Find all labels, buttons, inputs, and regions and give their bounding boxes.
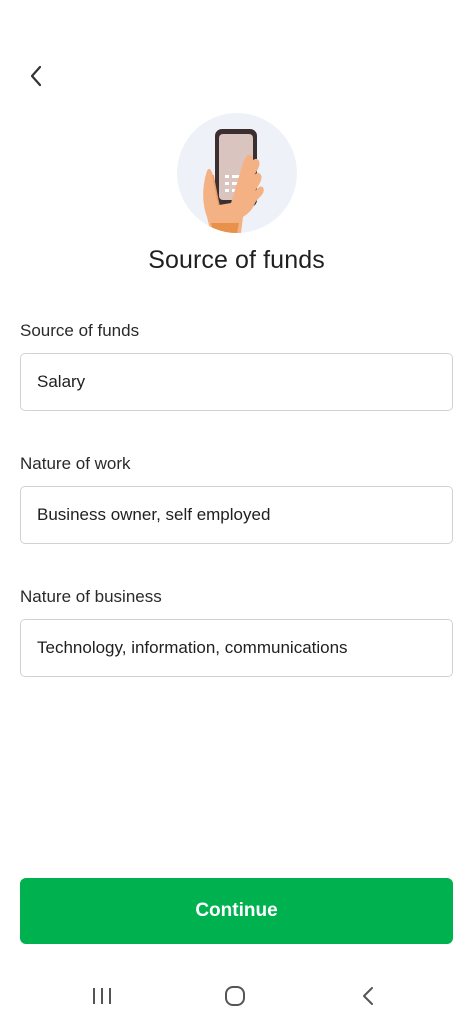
page-title: Source of funds bbox=[148, 246, 325, 274]
nature-of-business-field[interactable]: Technology, information, communications bbox=[20, 619, 453, 677]
continue-button[interactable]: Continue bbox=[20, 878, 453, 944]
system-back-button[interactable] bbox=[352, 982, 384, 1010]
nature-of-work-value: Business owner, self employed bbox=[37, 505, 271, 524]
source-of-funds-field[interactable]: Salary bbox=[20, 353, 453, 411]
nature-of-work-field[interactable]: Business owner, self employed bbox=[20, 486, 453, 544]
home-icon bbox=[225, 986, 245, 1006]
back-icon bbox=[363, 987, 373, 1005]
source-of-funds-value: Salary bbox=[37, 372, 86, 391]
recent-apps-button[interactable] bbox=[86, 982, 118, 1010]
back-button[interactable] bbox=[20, 60, 52, 92]
nature-of-work-label: Nature of work bbox=[20, 454, 131, 473]
source-of-funds-screen: Source of funds Source of funds Salary N… bbox=[0, 0, 473, 1024]
nature-of-business-label: Nature of business bbox=[20, 587, 162, 606]
hand-holding-phone-illustration bbox=[177, 113, 297, 233]
nature-of-business-value: Technology, information, communications bbox=[37, 638, 348, 657]
recent-apps-icon bbox=[93, 988, 111, 1004]
system-navigation-bar bbox=[0, 970, 473, 1024]
source-of-funds-label: Source of funds bbox=[20, 321, 140, 340]
chevron-left-icon bbox=[30, 65, 42, 87]
home-button[interactable] bbox=[219, 982, 251, 1010]
